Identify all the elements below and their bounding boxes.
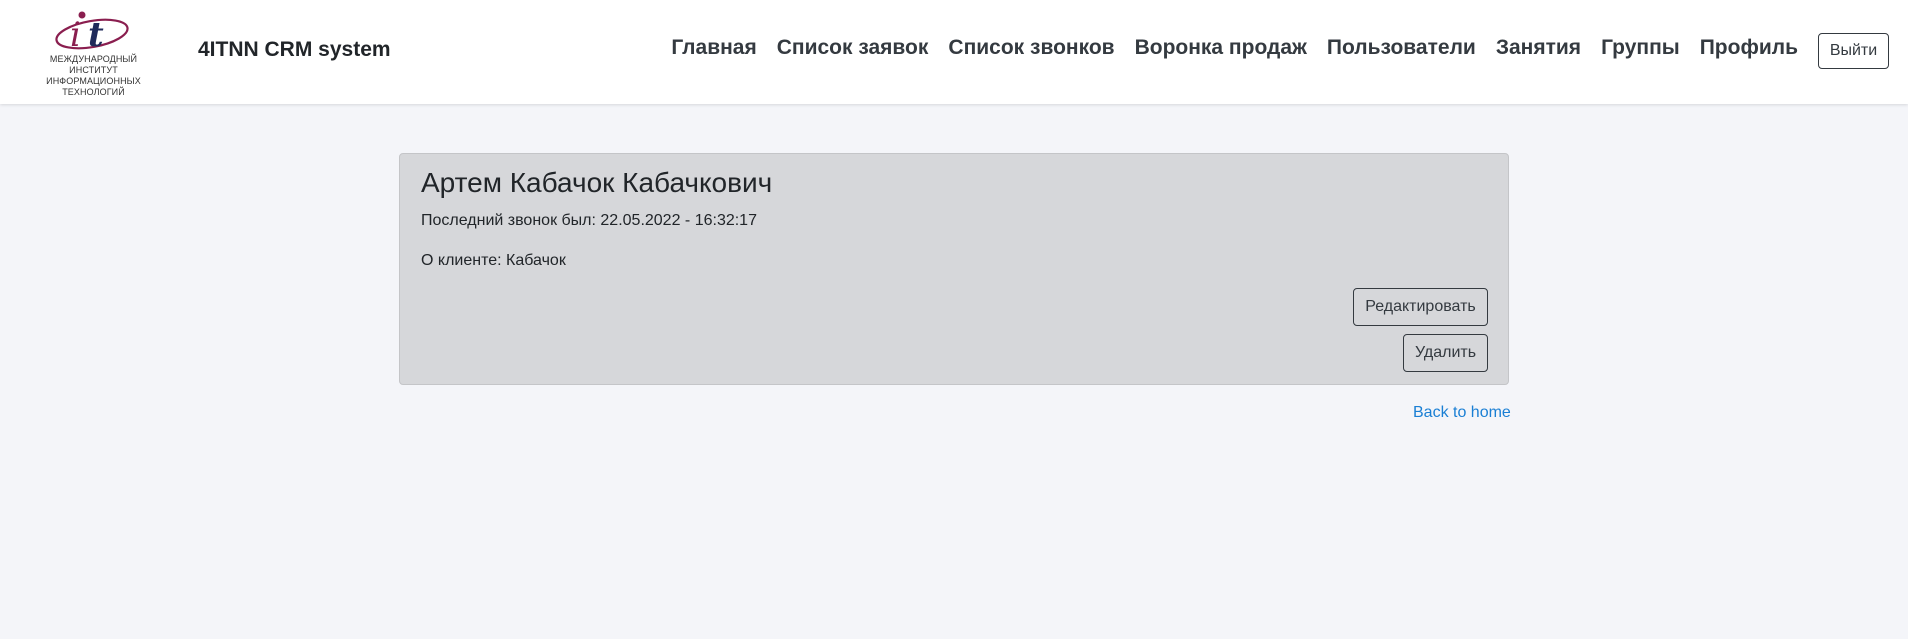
edit-button[interactable]: Редактировать [1353,288,1488,326]
last-call-text: Последний звонок был: 22.05.2022 - 16:32… [421,212,757,229]
nav-item-lessons[interactable]: Занятия [1496,36,1581,60]
top-navbar: i t МЕЖДУНАРОДНЫЙ ИНСТИТУТ ИНФОРМАЦИОННЫ… [0,0,1908,104]
svg-text:i: i [70,15,81,54]
brand-title[interactable]: 4ITNN CRM system [198,38,391,62]
main-nav: Главная Список заявок Список звонков Вор… [671,36,1798,60]
nav-item-requests[interactable]: Список заявок [777,36,929,60]
client-card: Артем Кабачок Кабачкович Последний звоно… [399,153,1509,385]
logout-button[interactable]: Выйти [1818,33,1889,69]
client-about-text: О клиенте: Кабачок [421,252,566,269]
it-logo-icon: i t [55,11,129,54]
client-name: Артем Кабачок Кабачкович [421,167,773,198]
back-to-home-link[interactable]: Back to home [1413,404,1511,422]
nav-item-home[interactable]: Главная [671,36,756,60]
nav-item-calls[interactable]: Список звонков [948,36,1114,60]
nav-item-users[interactable]: Пользователи [1327,36,1476,60]
delete-button[interactable]: Удалить [1403,334,1488,372]
logo-caption: МЕЖДУНАРОДНЫЙ ИНСТИТУТ ИНФОРМАЦИОННЫХ ТЕ… [46,54,141,97]
svg-text:t: t [88,15,104,54]
nav-item-profile[interactable]: Профиль [1700,36,1798,60]
nav-item-groups[interactable]: Группы [1601,36,1680,60]
institute-logo[interactable]: i t МЕЖДУНАРОДНЫЙ ИНСТИТУТ ИНФОРМАЦИОННЫ… [26,10,161,97]
nav-item-sales-funnel[interactable]: Воронка продаж [1135,36,1307,60]
